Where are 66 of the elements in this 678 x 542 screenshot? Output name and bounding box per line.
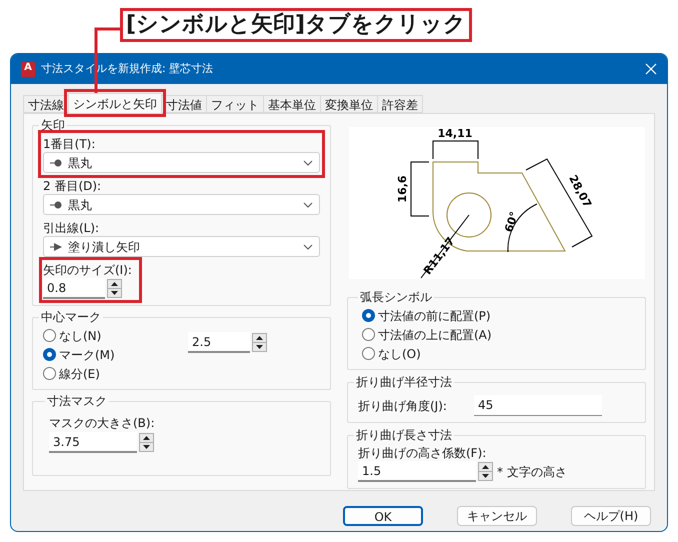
radio-button[interactable]	[43, 367, 56, 380]
dialog-button[interactable]: OK	[343, 506, 423, 526]
field-label: マスクの大きさ(B):	[49, 415, 156, 432]
down-arrow-icon	[482, 474, 489, 478]
radio-button[interactable]	[43, 329, 56, 342]
group-title: 弧長シンボル	[359, 289, 433, 306]
dialog-button[interactable]: キャンセル	[457, 506, 537, 526]
spin-buttons[interactable]	[107, 279, 122, 298]
close-icon[interactable]	[645, 63, 657, 75]
radio-label: 寸法値の前に配置(P)	[378, 308, 491, 324]
spin-buttons[interactable]	[139, 433, 154, 452]
radio-label: マーク(M)	[59, 346, 115, 364]
dropdown[interactable]: 黒丸	[43, 194, 320, 215]
unit-label: * 文字の高さ	[497, 464, 567, 480]
down-arrow-icon	[143, 445, 150, 449]
radio-button[interactable]	[43, 348, 56, 361]
chevron-down-icon	[303, 160, 313, 166]
up-arrow-icon	[256, 336, 263, 340]
field-label: 折り曲げの高さ係数(F):	[358, 445, 488, 461]
number-field[interactable]: 1.5	[358, 461, 476, 482]
dialog-button[interactable]: ヘルプ(H)	[571, 506, 651, 526]
group-title: 中心マーク	[40, 309, 102, 326]
group-title: 折り曲げ長さ寸法	[355, 427, 453, 444]
chevron-down-icon	[303, 202, 313, 208]
chevron-down-icon	[303, 244, 313, 250]
field-label: 引出線(L):	[43, 220, 100, 236]
dropdown-value: 黒丸	[68, 196, 93, 214]
radio-label: なし(O)	[378, 346, 421, 362]
number-field[interactable]: 0.8	[43, 278, 105, 299]
radio-button[interactable]	[362, 347, 375, 360]
angle-field[interactable]: 45	[474, 395, 602, 416]
number-field[interactable]: 2.5	[188, 332, 250, 353]
down-arrow-icon	[111, 291, 118, 295]
tab[interactable]: フィット	[206, 95, 264, 113]
callout-label: [シンボルと矢印]タブをクリック	[120, 8, 472, 42]
up-arrow-icon	[482, 465, 489, 469]
tab[interactable]: 基本単位	[263, 95, 321, 113]
field-label: 2 番目(D):	[43, 178, 102, 194]
tab[interactable]: 変換単位	[320, 95, 378, 113]
field-label: 1番目(T):	[43, 136, 96, 152]
radio-label: 線分(E)	[59, 366, 100, 382]
down-arrow-icon	[256, 345, 263, 349]
tab[interactable]: 寸法線	[23, 95, 69, 113]
radio-label: 寸法値の上に配置(A)	[378, 326, 492, 344]
spin-buttons[interactable]	[478, 462, 493, 481]
app-logo: A	[21, 62, 35, 76]
group-title: 寸法マスク	[46, 393, 108, 410]
group-title: 矢印	[40, 117, 66, 134]
up-arrow-icon	[143, 436, 150, 440]
group-title: 折り曲げ半径寸法	[355, 374, 453, 391]
tab[interactable]: 許容差	[377, 95, 423, 113]
number-field[interactable]: 3.75	[49, 432, 137, 453]
dropdown[interactable]: 黒丸	[43, 152, 320, 173]
dropdown[interactable]: 塗り潰し矢印	[43, 236, 320, 257]
radio-button[interactable]	[362, 309, 375, 322]
dot-arrowhead-icon	[50, 200, 62, 208]
field-label: 折り曲げ角度(J):	[358, 398, 448, 414]
up-arrow-icon	[111, 282, 118, 286]
dropdown-value: 塗り潰し矢印	[68, 238, 141, 256]
radio-label: なし(N)	[59, 328, 102, 344]
dropdown-value: 黒丸	[68, 154, 93, 172]
field-label: 矢印のサイズ(I):	[43, 262, 132, 278]
dot-arrowhead-icon	[50, 158, 62, 166]
radio-button[interactable]	[362, 328, 375, 341]
arrowhead-icon	[50, 242, 62, 250]
spin-buttons[interactable]	[252, 333, 267, 352]
